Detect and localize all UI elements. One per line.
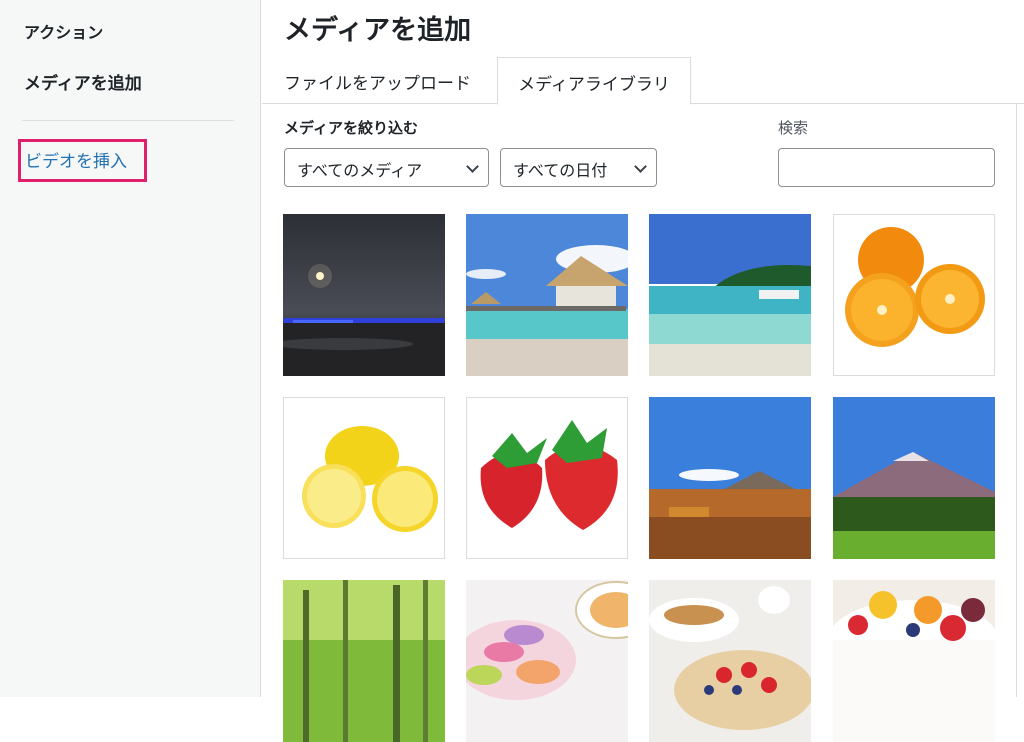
media-thumbnail-moonlit-beach[interactable] [283, 214, 445, 376]
filter-media-label: メディアを絞り込む [284, 119, 418, 137]
media-thumbnail-overwater-bungalow[interactable] [466, 214, 628, 376]
media-thumbnail-autumn-mountain[interactable] [649, 397, 811, 559]
media-thumbnail-mountain-peak[interactable] [833, 397, 995, 559]
insert-video-label: ビデオを挿入 [25, 152, 127, 172]
search-input[interactable] [778, 148, 995, 187]
date-select[interactable]: すべての日付 [500, 148, 657, 187]
media-thumbnail-tropical-island[interactable] [649, 214, 811, 376]
date-value: すべての日付 [513, 161, 608, 180]
search-label: 検索 [778, 119, 809, 137]
sidebar-item-add-media[interactable]: メディアを追加 [24, 69, 142, 94]
tab-media-library[interactable]: メディアライブラリ [497, 57, 691, 105]
media-type-select[interactable]: すべてのメディア [284, 148, 489, 187]
media-thumbnail-tea-tart[interactable] [649, 580, 811, 742]
chevron-down-icon [634, 160, 647, 173]
media-type-value: すべてのメディア [297, 161, 423, 180]
sidebar-divider [22, 120, 234, 121]
tab-upload-files[interactable]: ファイルをアップロード [284, 57, 471, 104]
media-tabs: ファイルをアップロード メディアライブラリ [262, 57, 1024, 105]
media-thumbnail-fruit-cake[interactable] [833, 580, 995, 742]
media-thumbnail-lemons[interactable] [283, 397, 445, 559]
sidebar-item-insert-video[interactable]: ビデオを挿入 [18, 139, 147, 182]
chevron-down-icon [466, 160, 479, 173]
media-thumbnail-oranges[interactable] [833, 214, 995, 376]
sidebar-heading: アクション [24, 23, 104, 42]
scrollbar-track [1016, 104, 1017, 697]
actions-sidebar: アクション メディアを追加 ビデオを挿入 [0, 0, 261, 697]
media-thumbnail-strawberries[interactable] [466, 397, 628, 559]
media-thumbnail-forest[interactable] [283, 580, 445, 742]
page-title: メディアを追加 [284, 15, 472, 46]
media-thumbnail-macarons[interactable] [466, 580, 628, 742]
